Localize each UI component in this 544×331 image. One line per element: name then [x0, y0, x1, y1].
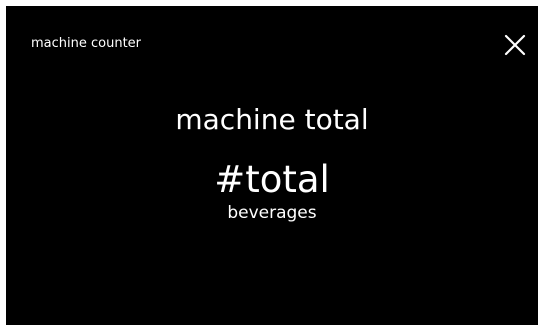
- screen-title: machine counter: [31, 36, 142, 51]
- counter-unit: beverages: [227, 203, 317, 223]
- counter-value: #total: [214, 158, 330, 201]
- close-button[interactable]: [498, 28, 532, 62]
- machine-counter-screen: machine counter machine total #total bev…: [6, 6, 538, 325]
- counter-heading: machine total: [175, 103, 369, 136]
- close-icon: [504, 34, 526, 56]
